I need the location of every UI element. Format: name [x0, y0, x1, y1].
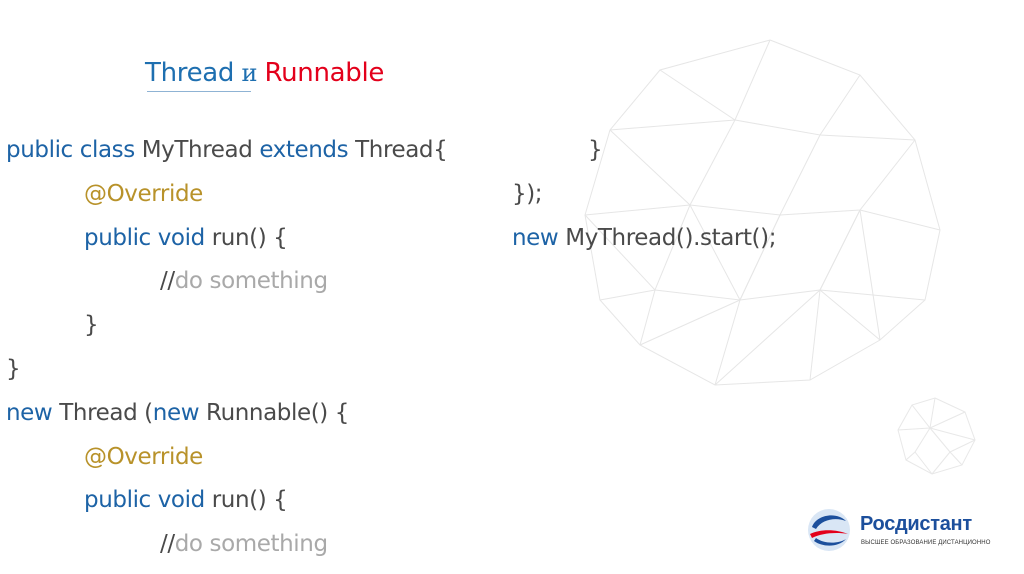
code-text: } — [84, 312, 99, 338]
annotation: @Override — [84, 444, 203, 470]
comment-slashes: // — [160, 531, 175, 557]
code-text: run() { — [204, 487, 288, 513]
comment: do something — [174, 268, 328, 294]
code-text: }); — [512, 181, 543, 207]
title-underline — [147, 91, 251, 92]
code-text: run() { — [204, 225, 288, 251]
code-text: } — [588, 137, 603, 163]
code-text: Thread{ — [348, 137, 448, 163]
code-right-line-1: } — [588, 137, 603, 163]
code-line-8: @Override — [84, 444, 203, 470]
title-thread: Thread — [145, 58, 235, 88]
code-text: MyThread — [134, 137, 260, 163]
keyword: new — [152, 400, 200, 426]
logo-mark-icon — [808, 509, 850, 551]
code-right-line-2: }); — [512, 181, 543, 207]
code-right-line-3: new MyThread().start(); — [512, 225, 776, 251]
code-line-9: public void run() { — [84, 487, 288, 513]
keyword: public void — [84, 487, 205, 513]
code-line-4: //do something — [160, 268, 328, 294]
page-title: Thread и Runnable — [145, 58, 384, 88]
code-line-1: public class MyThread extends Thread{ — [6, 137, 448, 163]
title-runnable: Runnable — [264, 58, 385, 88]
logo-name: Росдистант — [860, 513, 972, 535]
code-line-2: @Override — [84, 181, 203, 207]
code-line-6: } — [6, 356, 21, 382]
annotation: @Override — [84, 181, 203, 207]
code-line-7: new Thread (new Runnable() { — [6, 400, 349, 426]
rosdistant-logo: Росдистант ВЫСШЕЕ ОБРАЗОВАНИЕ ДИСТАНЦИОН… — [806, 507, 996, 553]
code-line-3: public void run() { — [84, 225, 288, 251]
keyword: new — [512, 225, 559, 251]
keyword: public void — [84, 225, 205, 251]
code-text: } — [6, 356, 21, 382]
keyword: public class — [6, 137, 135, 163]
code-text: Thread ( — [52, 400, 153, 426]
title-and: и — [234, 59, 265, 87]
code-line-5: } — [84, 312, 99, 338]
keyword: new — [6, 400, 53, 426]
comment-slashes: // — [160, 268, 175, 294]
code-text: MyThread().start(); — [558, 225, 777, 251]
logo-tagline: ВЫСШЕЕ ОБРАЗОВАНИЕ ДИСТАНЦИОННО — [861, 540, 991, 546]
keyword: extends — [259, 137, 349, 163]
comment: do something — [174, 531, 328, 557]
code-text: Runnable() { — [199, 400, 350, 426]
code-line-10: //do something — [160, 531, 328, 557]
